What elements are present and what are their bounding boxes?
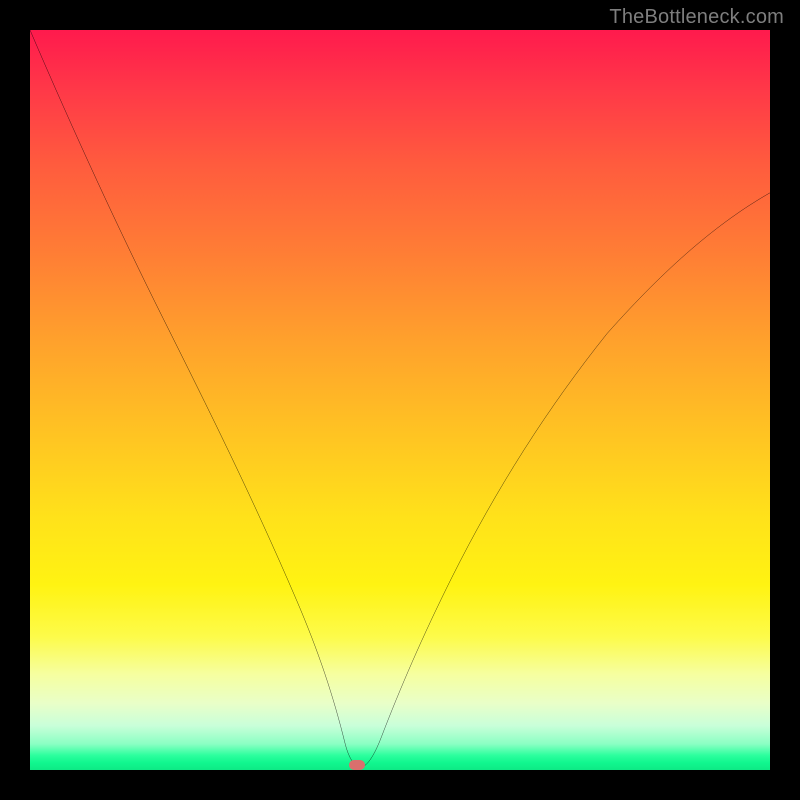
watermark-text: TheBottleneck.com <box>609 6 784 29</box>
plot-area <box>30 30 770 770</box>
optimum-marker <box>349 760 365 770</box>
curve-path <box>30 30 770 767</box>
bottleneck-curve <box>30 30 770 770</box>
chart-frame: TheBottleneck.com <box>0 0 800 800</box>
